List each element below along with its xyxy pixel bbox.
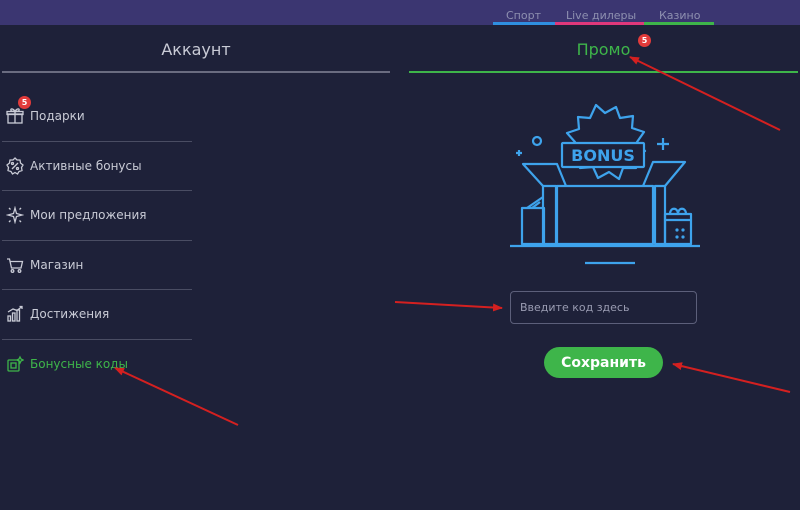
promo-code-input[interactable]: [510, 291, 697, 324]
menu-item-shop[interactable]: Магазин: [2, 241, 192, 290]
menu-item-achievements[interactable]: Достижения: [2, 290, 192, 340]
menu-item-label: Достижения: [30, 307, 110, 322]
gifts-count-badge: 5: [18, 96, 31, 109]
top-nav-casino[interactable]: Казино: [659, 9, 700, 22]
tab-account-underline: [2, 71, 390, 73]
account-menu: 5 Подарки Активные бонусы Мои предложени…: [2, 92, 192, 389]
top-nav-casino-underline: [644, 22, 714, 25]
menu-item-label: Подарки: [30, 109, 85, 124]
annotation-arrow-input: [394, 301, 503, 312]
menu-item-label: Магазин: [30, 257, 84, 272]
percent-badge-icon: [4, 156, 26, 176]
top-nav-live-dealers[interactable]: Live дилеры: [566, 9, 636, 22]
chart-bars-icon: [4, 304, 26, 324]
bonus-code-icon: [4, 354, 26, 374]
menu-item-label: Активные бонусы: [30, 158, 142, 173]
top-nav-sport[interactable]: Спорт: [506, 9, 541, 22]
menu-item-my-offers[interactable]: Мои предложения: [2, 191, 192, 241]
tab-account[interactable]: Аккаунт: [2, 40, 390, 59]
cart-icon: [4, 255, 26, 275]
menu-item-active-bonuses[interactable]: Активные бонусы: [2, 142, 192, 191]
menu-item-label: Бонусные коды: [30, 357, 128, 372]
menu-item-gifts[interactable]: 5 Подарки: [2, 92, 192, 142]
menu-item-label: Мои предложения: [30, 208, 147, 223]
tab-promo[interactable]: Промо: [409, 40, 798, 59]
top-nav-sport-underline: [493, 22, 555, 25]
promo-count-badge: 5: [638, 34, 651, 47]
top-nav-live-dealers-underline: [555, 22, 644, 25]
bonus-gift-box-illustration: BONUS: [510, 103, 700, 265]
annotation-arrow-save: [672, 362, 791, 393]
bonus-illustration-text: BONUS: [571, 146, 635, 165]
tab-promo-underline: [409, 71, 798, 73]
save-button[interactable]: Сохранить: [544, 347, 663, 378]
gift-icon: [4, 106, 26, 126]
sparkle-icon: [4, 205, 26, 225]
menu-item-bonus-codes[interactable]: Бонусные коды: [2, 340, 192, 390]
